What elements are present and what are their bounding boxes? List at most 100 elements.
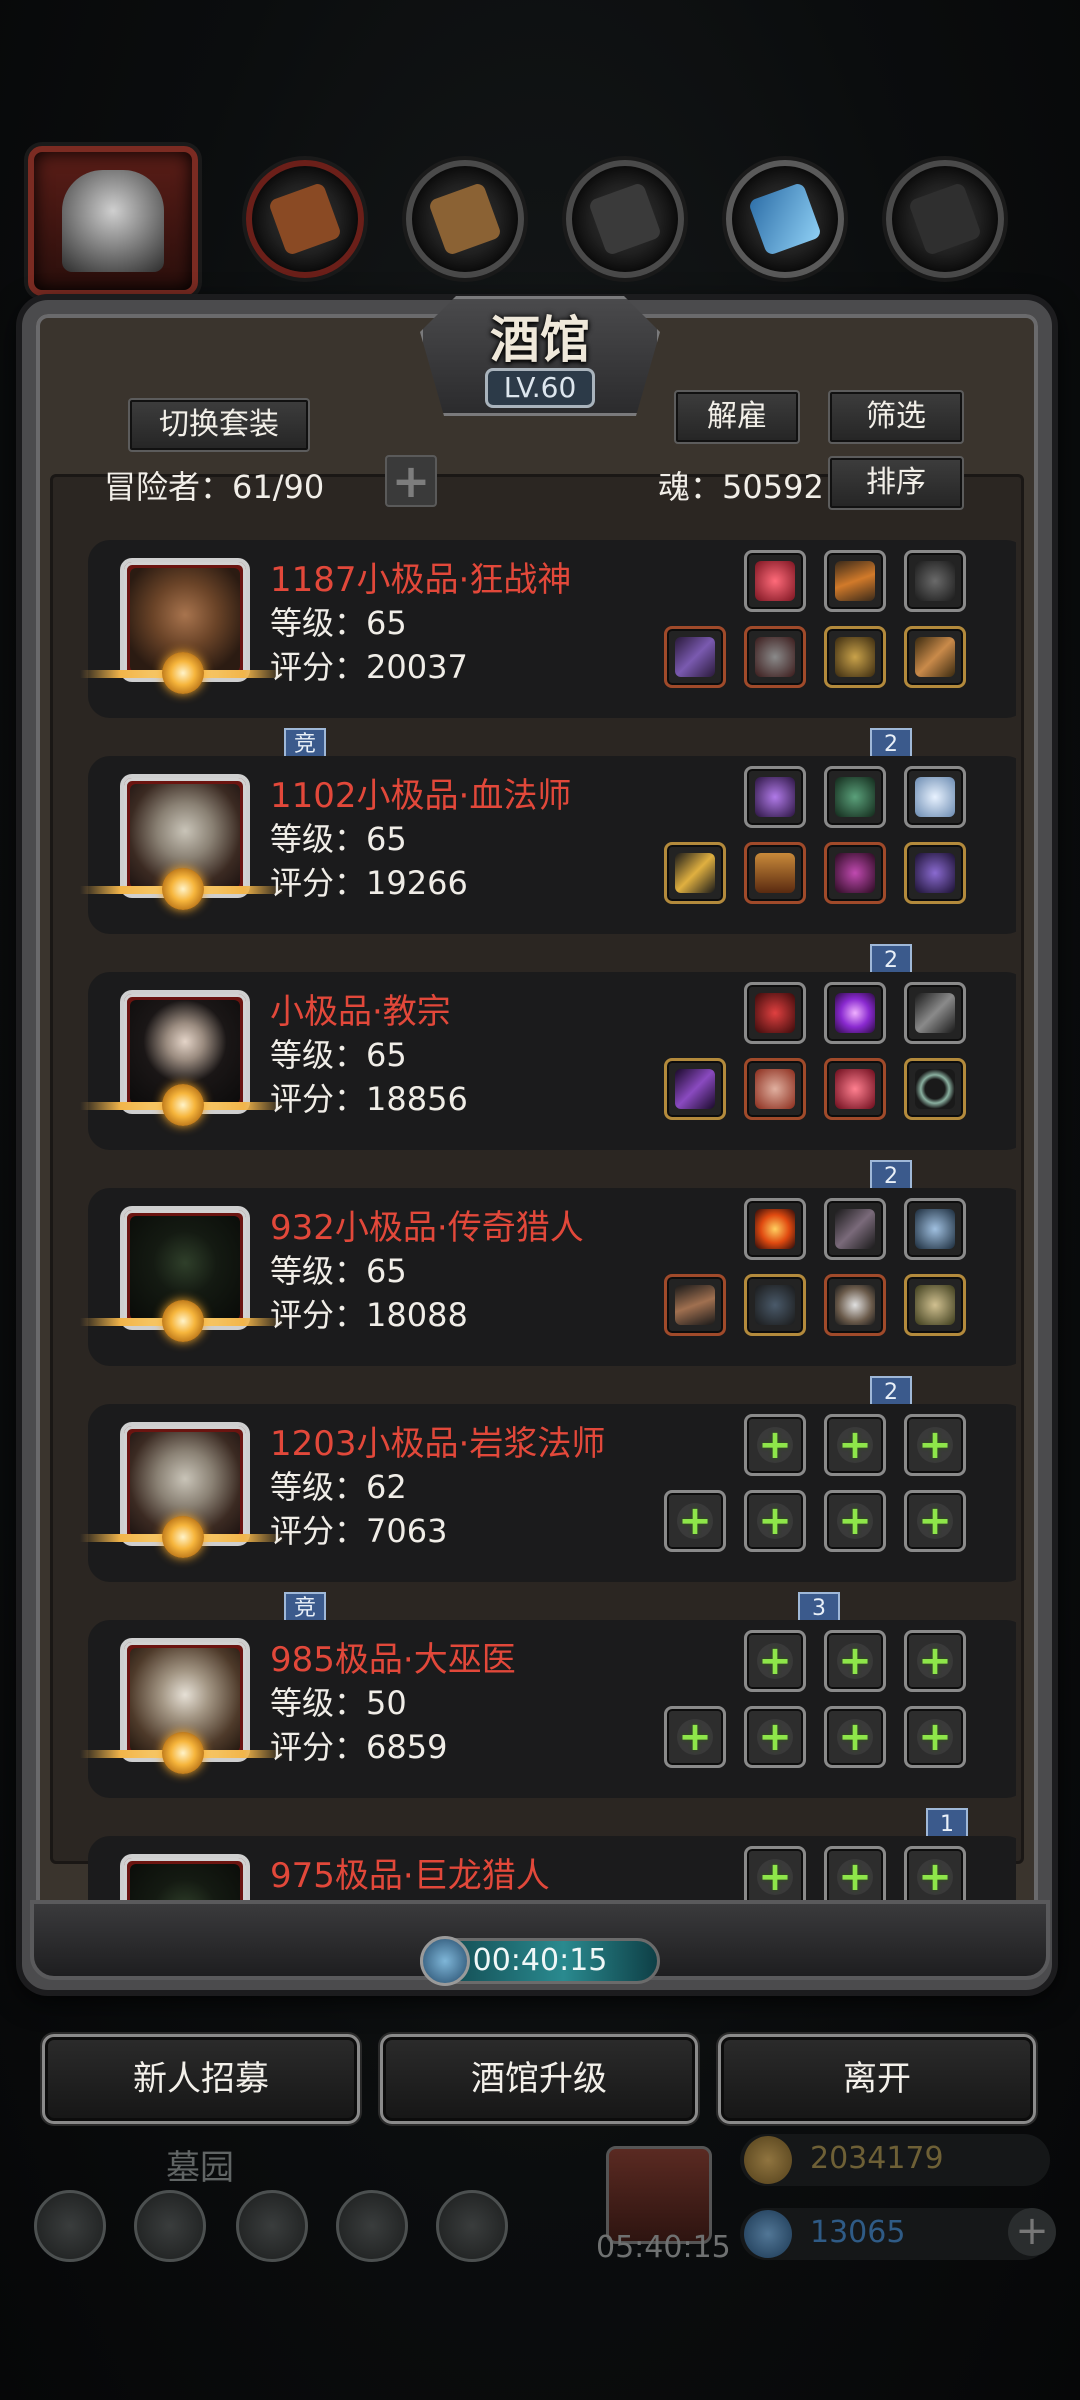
star-emblem-icon	[80, 864, 284, 914]
chest-armor-icon[interactable]	[744, 1058, 806, 1120]
hero-score: 评分：19266	[270, 864, 468, 902]
codex-icon[interactable]	[236, 2190, 308, 2262]
empty-slot-add-icon[interactable]: +	[904, 1490, 966, 1552]
star-emblem-icon	[80, 1512, 284, 1562]
recruit-button[interactable]: 新人招募	[42, 2034, 360, 2124]
gun-icon[interactable]	[664, 1274, 726, 1336]
feather-icon[interactable]	[824, 1198, 886, 1260]
empty-slot-add-icon[interactable]: +	[824, 1846, 886, 1908]
tab-materials-icon[interactable]	[406, 160, 524, 278]
hero-score: 评分：18088	[270, 1296, 468, 1334]
diamond-icon	[744, 2210, 792, 2258]
empty-slot-add-icon[interactable]: +	[744, 1846, 806, 1908]
lotus-icon[interactable]	[904, 766, 966, 828]
empty-slot-add-icon[interactable]: +	[904, 1706, 966, 1768]
emerald-orb-icon[interactable]	[824, 766, 886, 828]
hero-level: 等级：62	[270, 1468, 407, 1506]
hero-level: 等级：65	[270, 1036, 407, 1074]
star-emblem-icon	[80, 1296, 284, 1346]
hero-row[interactable]: 1187小极品·狂战神 等级：65 评分：20037 竞 2	[70, 540, 1016, 772]
empty-slot-add-icon[interactable]: +	[744, 1706, 806, 1768]
hero-row[interactable]: 985极品·大巫医 等级：50 评分：6859 + + + + + + + 1	[70, 1620, 1016, 1852]
empty-slot-add-icon[interactable]: +	[664, 1706, 726, 1768]
blood-gem-icon[interactable]	[744, 982, 806, 1044]
shop-icon[interactable]	[436, 2190, 508, 2262]
fire-orb-icon[interactable]	[744, 1198, 806, 1260]
empty-slot-add-icon[interactable]: +	[744, 1630, 806, 1692]
hero-name: 小极品·教宗	[270, 992, 451, 1032]
upgrade-tavern-button[interactable]: 酒馆升级	[380, 2034, 698, 2124]
tab-crystal-icon[interactable]	[726, 160, 844, 278]
hero-row[interactable]: 975极品·巨龙猎人 + + +	[70, 1836, 1016, 1910]
empty-slot-add-icon[interactable]: +	[824, 1414, 886, 1476]
empty-slot-add-icon[interactable]: +	[744, 1414, 806, 1476]
tab-misc-icon[interactable]	[886, 160, 1004, 278]
hero-row[interactable]: 1102小极品·血法师 等级：65 评分：19266 2	[70, 756, 1016, 988]
pendant-icon[interactable]	[824, 842, 886, 904]
axe-weapon-icon[interactable]	[664, 626, 726, 688]
clock-icon	[420, 1936, 470, 1986]
empty-slot-add-icon[interactable]: +	[824, 1630, 886, 1692]
gloves-icon[interactable]	[904, 626, 966, 688]
leather-armor-icon[interactable]	[744, 1274, 806, 1336]
dismiss-button[interactable]: 解雇	[674, 390, 800, 444]
empty-slot-add-icon[interactable]: +	[664, 1490, 726, 1552]
bracelet-icon[interactable]	[904, 1058, 966, 1120]
shield-charm-icon[interactable]	[904, 1274, 966, 1336]
settings-icon[interactable]	[34, 2190, 106, 2262]
hero-name: 1187小极品·狂战神	[270, 560, 572, 600]
category-tabs	[28, 146, 1028, 296]
leave-button[interactable]: 离开	[718, 2034, 1036, 2124]
hero-name: 1203小极品·岩浆法师	[270, 1424, 606, 1464]
empty-slot-add-icon[interactable]: +	[824, 1706, 886, 1768]
hero-name: 932小极品·传奇猎人	[270, 1208, 584, 1248]
tab-armor-icon[interactable]	[566, 160, 684, 278]
adventurer-count: 冒险者：61/90	[104, 468, 325, 506]
stone-icon[interactable]	[904, 550, 966, 612]
tab-weapons-icon[interactable]	[246, 160, 364, 278]
horn-icon[interactable]	[904, 982, 966, 1044]
hero-row[interactable]: 1203小极品·岩浆法师 等级：62 评分：7063 + + + + + + +…	[70, 1404, 1016, 1636]
filter-button[interactable]: 筛选	[828, 390, 964, 444]
add-currency-button[interactable]: +	[1008, 2208, 1056, 2256]
helmet-icon[interactable]	[824, 1274, 886, 1336]
hero-name: 1102小极品·血法师	[270, 776, 572, 816]
star-emblem-icon	[80, 1080, 284, 1130]
amulet-icon[interactable]	[824, 550, 886, 612]
sort-button[interactable]: 排序	[828, 456, 964, 510]
hero-level: 等级：65	[270, 604, 407, 642]
hero-row[interactable]: 小极品·教宗 等级：65 评分：18856 2	[70, 972, 1016, 1204]
staff-icon[interactable]	[664, 842, 726, 904]
hero-score: 评分：18856	[270, 1080, 468, 1118]
ring-icon[interactable]	[824, 626, 886, 688]
diamond-amount: 13065	[810, 2215, 906, 2250]
expand-capacity-button[interactable]: +	[385, 455, 437, 507]
empty-slot-add-icon[interactable]: +	[904, 1630, 966, 1692]
tab-heroes-icon[interactable]	[28, 146, 198, 296]
tavern-level-badge: LV.60	[485, 368, 595, 408]
amethyst-icon[interactable]	[824, 982, 886, 1044]
hero-level: 等级：50	[270, 1684, 407, 1722]
empty-slot-add-icon[interactable]: +	[744, 1490, 806, 1552]
hero-level: 等级：65	[270, 1252, 407, 1290]
achievement-icon[interactable]	[134, 2190, 206, 2262]
switch-set-button[interactable]: 切换套装	[128, 398, 310, 452]
empty-slot-add-icon[interactable]: +	[824, 1490, 886, 1552]
scepter-icon[interactable]	[664, 1058, 726, 1120]
hero-score: 评分：6859	[270, 1728, 448, 1766]
potion-icon[interactable]	[824, 1058, 886, 1120]
armor-icon[interactable]	[744, 626, 806, 688]
star-emblem-icon	[80, 648, 284, 698]
mail-icon[interactable]	[336, 2190, 408, 2262]
charm-icon[interactable]	[904, 842, 966, 904]
empty-slot-add-icon[interactable]: +	[904, 1414, 966, 1476]
hero-row[interactable]: 932小极品·传奇猎人 等级：65 评分：18088 2	[70, 1188, 1016, 1420]
frost-charm-icon[interactable]	[904, 1198, 966, 1260]
area-name: 墓园	[166, 2148, 234, 2188]
hero-list[interactable]: 1187小极品·狂战神 等级：65 评分：20037 竞 2 1102小极品·血…	[70, 520, 1016, 1910]
empty-slot-add-icon[interactable]: +	[904, 1846, 966, 1908]
page-title: 酒馆	[490, 310, 590, 369]
robe-icon[interactable]	[744, 842, 806, 904]
ruby-gem-icon[interactable]	[744, 550, 806, 612]
orb-icon[interactable]	[744, 766, 806, 828]
